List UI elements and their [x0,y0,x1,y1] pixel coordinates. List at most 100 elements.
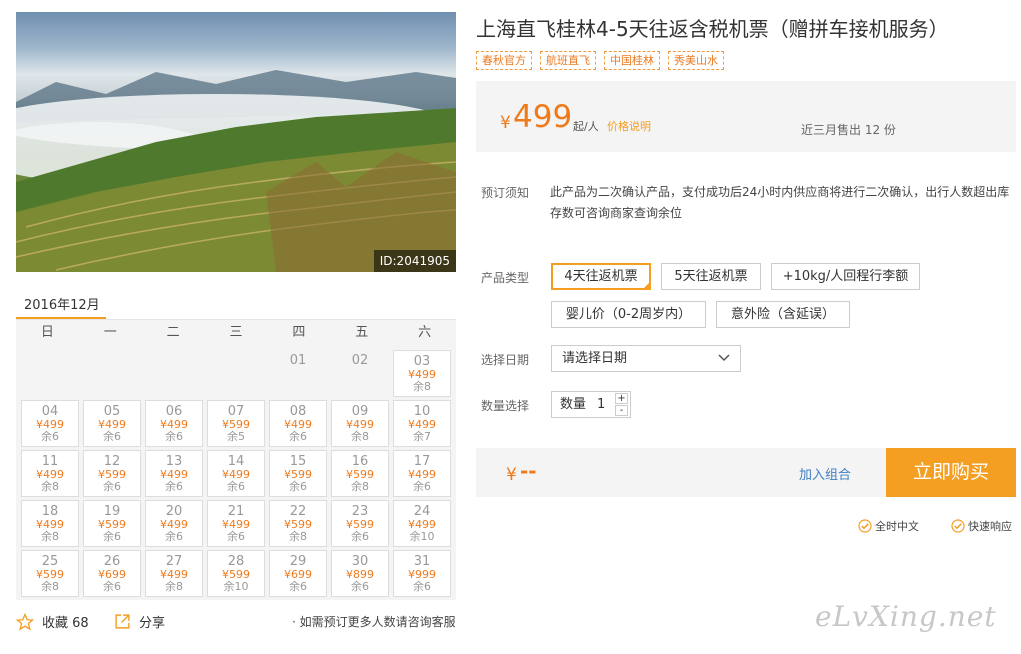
service-label: 快速响应 [968,520,1012,533]
calendar-day-cell[interactable]: 28 ¥599 余10 [207,550,265,597]
day-stock: 余6 [351,530,369,543]
calendar-day-cell[interactable]: 09 ¥499 余8 [331,400,389,447]
calendar-day-cell[interactable]: 26 ¥699 余6 [83,550,141,597]
notice-text: 此产品为二次确认产品，支付成功后24小时内供应商将进行二次确认，出行人数超出库存… [550,185,1010,220]
favorite-label: 收藏 68 [42,616,89,631]
calendar-day-cell[interactable]: 05 ¥499 余6 [83,400,141,447]
quantity-value[interactable]: 1 [597,392,605,417]
calendar-day-cell: 02 [331,350,389,397]
quantity-label: 数量选择 [481,399,530,413]
favorite-button[interactable]: 收藏 68 [16,612,89,631]
day-number: 14 [227,454,245,469]
day-number: 25 [41,554,59,569]
day-number: 01 [289,353,307,368]
price-explanation-link[interactable]: 价格说明 [607,118,651,134]
calendar-day-cell[interactable]: 27 ¥499 余8 [145,550,203,597]
day-number: 20 [165,504,183,519]
calendar-grid: 01 02 03 ¥499 余8 04 ¥499 余6 05 ¥499 余6 06 ¥499 余6 07 ¥5… [16,345,456,600]
weekday-label: 六 [418,325,432,340]
day-stock: 余10 [409,530,435,543]
type-option-infant[interactable]: 婴儿价（0-2周岁内） [551,301,706,328]
calendar-day-cell[interactable]: 29 ¥699 余6 [269,550,327,597]
day-number: 18 [41,504,59,519]
day-number: 26 [103,554,121,569]
calendar-day-cell[interactable]: 25 ¥599 余8 [21,550,79,597]
calendar-day-cell[interactable]: 15 ¥599 余6 [269,450,327,497]
price-box: ¥ 499 起/人 价格说明 近三月售出 12 份 [476,81,1016,152]
calendar-day-cell[interactable]: 22 ¥599 余8 [269,500,327,547]
date-select[interactable]: 请选择日期 [551,345,741,372]
calendar-day-cell[interactable]: 23 ¥599 余6 [331,500,389,547]
day-number: 19 [103,504,121,519]
calendar-day-cell[interactable]: 04 ¥499 余6 [21,400,79,447]
buy-now-button[interactable]: 立即购买 [886,448,1016,497]
day-number: 21 [227,504,245,519]
day-number: 31 [413,554,431,569]
day-number: 15 [289,454,307,469]
calendar-day-cell[interactable]: 14 ¥499 余6 [207,450,265,497]
calendar-day-cell[interactable]: 13 ¥499 余6 [145,450,203,497]
calendar-day-cell[interactable]: 20 ¥499 余6 [145,500,203,547]
calendar-day-cell[interactable]: 17 ¥499 余6 [393,450,451,497]
calendar-day-cell[interactable]: 06 ¥499 余6 [145,400,203,447]
calendar-day-cell[interactable]: 18 ¥499 余8 [21,500,79,547]
calendar-day-cell[interactable]: 21 ¥499 余6 [207,500,265,547]
weekday-label: 日 [40,325,54,340]
type-option-insurance[interactable]: 意外险（含延误） [716,301,850,328]
day-number: 05 [103,404,121,419]
calendar-day-cell: 01 [269,350,327,397]
day-stock: 余6 [289,430,307,443]
product-type-label: 产品类型 [481,271,530,285]
calendar-day-cell[interactable]: 10 ¥499 余7 [393,400,451,447]
quantity-stepper: 数量 1 + - [551,391,631,418]
share-label: 分享 [139,616,166,631]
service-full-time-chinese: 全时中文 [858,518,919,534]
product-title: 上海直飞桂林4-5天往返含税机票（赠拼车接机服务） [476,17,949,41]
total-price: -- [520,459,537,483]
share-icon [115,614,130,629]
calendar-day-cell[interactable]: 31 ¥999 余6 [393,550,451,597]
consult-tip: · 如需预订更多人数请咨询客服 [292,615,456,629]
calendar-day-cell[interactable]: 07 ¥599 余5 [207,400,265,447]
day-stock: 余8 [289,530,307,543]
price-unit: 起/人 [573,120,599,133]
day-number: 28 [227,554,245,569]
type-option-luggage[interactable]: +10kg/人回程行李额 [771,263,920,290]
add-combo-link[interactable]: 加入组合 [799,464,851,483]
share-button[interactable]: 分享 [114,612,165,631]
day-stock: 余6 [289,580,307,593]
day-number: 06 [165,404,183,419]
type-option-4day[interactable]: 4天往返机票 [551,263,651,290]
day-stock: 余6 [165,530,183,543]
quantity-text: 数量 [560,397,587,412]
day-number: 04 [41,404,59,419]
day-number: 02 [351,353,369,368]
day-stock: 余8 [41,580,59,593]
tag: 春秋官方 [476,51,532,70]
check-circle-icon [858,519,872,533]
calendar-day-cell[interactable]: 08 ¥499 余6 [269,400,327,447]
watermark: eLvXing.net [815,600,997,633]
calendar-day-cell[interactable]: 19 ¥599 余6 [83,500,141,547]
quantity-increase-button[interactable]: + [615,393,628,404]
day-number: 11 [41,454,59,469]
service-label: 全时中文 [875,520,919,533]
calendar-day-cell[interactable]: 24 ¥499 余10 [393,500,451,547]
calendar-day-cell[interactable]: 30 ¥899 余6 [331,550,389,597]
calendar-month-tab[interactable]: 2016年12月 [16,292,106,320]
type-option-5day[interactable]: 5天往返机票 [661,263,761,290]
landscape-illustration [16,70,456,272]
calendar-day-cell[interactable]: 11 ¥499 余8 [21,450,79,497]
day-stock: 余6 [103,430,121,443]
weekday-label: 一 [103,325,117,340]
calendar-day-cell[interactable]: 12 ¥599 余6 [83,450,141,497]
day-number: 27 [165,554,183,569]
price-currency: ¥ [500,113,511,133]
day-stock: 余8 [351,480,369,493]
quantity-decrease-button[interactable]: - [615,405,628,416]
day-stock: 余6 [413,480,431,493]
calendar-day-cell[interactable]: 03 ¥499 余8 [393,350,451,397]
tag: 航班直飞 [540,51,596,70]
weekday-label: 三 [229,325,243,340]
calendar-day-cell[interactable]: 16 ¥599 余8 [331,450,389,497]
